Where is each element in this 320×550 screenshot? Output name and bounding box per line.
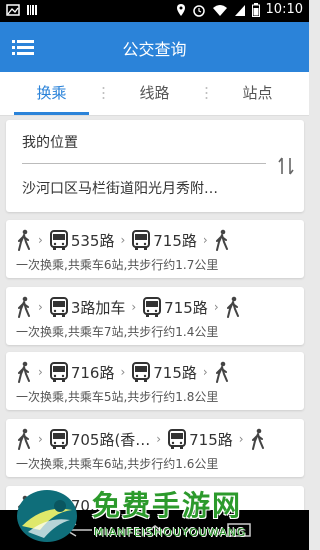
chevron-right-icon: ›: [38, 432, 43, 446]
bus-line-name: 535路: [70, 231, 115, 250]
chevron-right-icon: ›: [213, 300, 219, 314]
bus-line-name: 705路(香…: [70, 430, 151, 449]
chevron-right-icon: ›: [238, 432, 244, 446]
active-tab-indicator: [14, 112, 89, 115]
page-title: 公交查询: [122, 40, 187, 59]
bus-icon: [49, 362, 68, 382]
chevron-right-icon: ›: [38, 365, 43, 379]
bus-line-name: 715路: [189, 430, 233, 449]
origin-field[interactable]: 我的位置: [22, 132, 78, 152]
destination-field[interactable]: 沙河口区马栏街道阳光月秀附…: [22, 178, 218, 198]
bus-icon: [49, 297, 68, 317]
location-divider: [22, 163, 266, 164]
alarm-icon: [192, 4, 205, 17]
route-segments: › 716路 › 715路 ›: [16, 360, 230, 384]
battery-icon: [251, 2, 260, 17]
route-summary: 一次换乘,共乘车6站,共步行约1.7公里: [16, 258, 219, 272]
route-card[interactable]: › 705路(香… › 715路 › 一次换乘,共乘车6站,共步行约1.6公里: [6, 419, 304, 477]
wifi-icon: [212, 4, 227, 16]
app-bar: 公交查询: [0, 22, 309, 72]
route-segments: › 705路(香… › 715路 ›: [16, 427, 266, 451]
location-card: 我的位置 沙河口区马栏街道阳光月秀附…: [6, 120, 304, 212]
route-summary: 一次换乘,共乘车5站,共步行约1.8公里: [16, 390, 219, 404]
walk-icon: [215, 361, 228, 383]
status-bar: 10:10: [0, 0, 309, 22]
swap-icon[interactable]: [276, 154, 296, 178]
chevron-right-icon: ›: [202, 233, 208, 247]
bus-line-name: 716路: [70, 363, 115, 382]
tab-divider: [205, 87, 208, 99]
walk-icon: [18, 428, 30, 450]
chevron-right-icon: ›: [38, 233, 43, 247]
route-summary: 一次换乘,共乘车7站,共步行约1.4公里: [16, 325, 219, 339]
tab-bar: 换乘 线路 站点: [0, 72, 309, 116]
location-icon: [176, 3, 185, 16]
bus-line-name: 715路: [164, 298, 208, 317]
signal-icon: [234, 4, 245, 16]
tab-station[interactable]: 站点: [206, 72, 309, 116]
route-card[interactable]: › 535路 › 715路 › 一次换乘,共乘车6站,共步行约1.7公里: [6, 220, 304, 278]
tab-line[interactable]: 线路: [103, 72, 206, 116]
image-notification-icon: [6, 4, 20, 16]
tab-transfer[interactable]: 换乘: [0, 72, 103, 116]
recent-apps-icon[interactable]: [226, 522, 254, 538]
bus-icon: [49, 230, 68, 250]
status-time: 10:10: [265, 2, 303, 17]
chevron-right-icon: ›: [120, 365, 126, 379]
walk-icon: [215, 229, 228, 251]
back-icon[interactable]: [64, 522, 94, 538]
route-segments: › 535路 › 715路 ›: [16, 228, 230, 252]
bus-line-name: 715路: [153, 363, 197, 382]
bus-line-name: 715路: [153, 231, 197, 250]
tab-divider: [102, 87, 105, 99]
bus-icon: [49, 429, 68, 449]
walk-icon: [18, 229, 30, 251]
chevron-right-icon: ›: [131, 300, 137, 314]
bus-icon: [168, 429, 187, 449]
system-nav-bar: [0, 510, 309, 550]
chevron-right-icon: ›: [38, 300, 43, 314]
walk-icon: [226, 296, 239, 318]
barcode-notification-icon: [27, 5, 37, 15]
route-card[interactable]: › 716路 › 715路 › 一次换乘,共乘车5站,共步行约1.8公里: [6, 352, 304, 410]
route-summary: 一次换乘,共乘车6站,共步行约1.6公里: [16, 457, 219, 471]
bus-icon: [143, 297, 162, 317]
chevron-right-icon: ›: [156, 432, 162, 446]
chevron-right-icon: ›: [202, 365, 208, 379]
chevron-right-icon: ›: [120, 233, 126, 247]
bus-line-name: 3路加车: [70, 298, 126, 317]
bus-icon: [132, 230, 151, 250]
walk-icon: [18, 296, 30, 318]
route-card[interactable]: › 3路加车 › 715路 › 一次换乘,共乘车7站,共步行约1.4公里: [6, 287, 304, 345]
walk-icon: [18, 361, 30, 383]
bus-icon: [132, 362, 151, 382]
route-segments: › 3路加车 › 715路 ›: [16, 295, 241, 319]
home-icon[interactable]: [140, 522, 170, 538]
walk-icon: [251, 428, 264, 450]
